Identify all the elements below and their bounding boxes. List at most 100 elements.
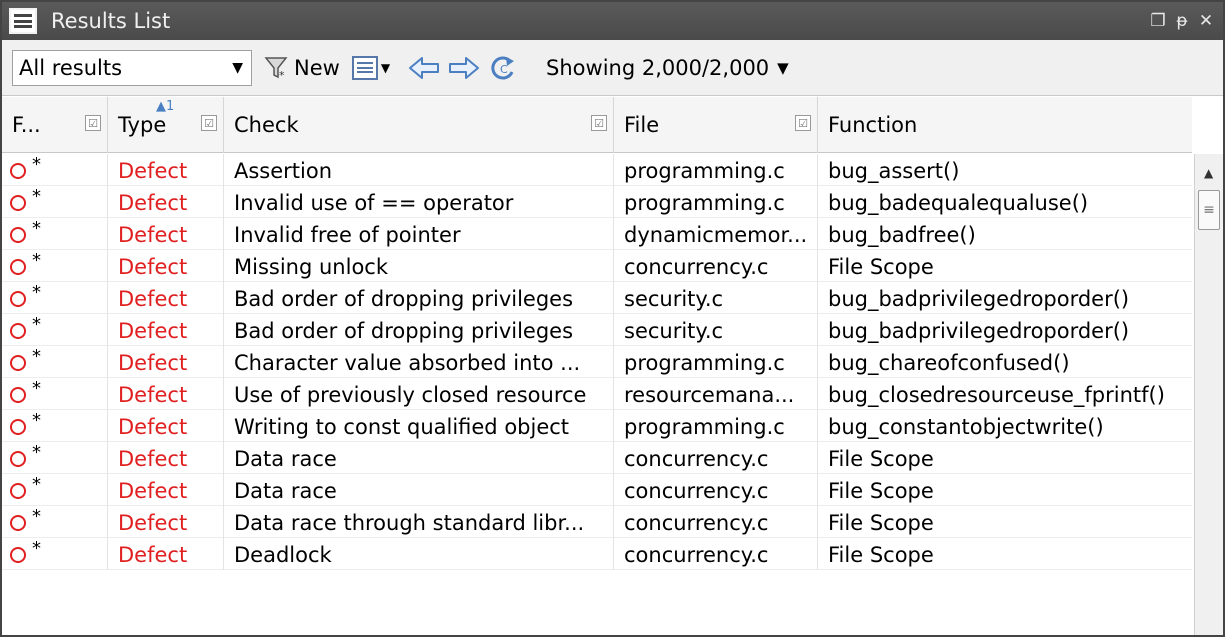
forward-arrow-icon[interactable]	[448, 55, 480, 81]
column-filter-icon[interactable]: ☑	[795, 115, 811, 131]
table-row[interactable]: * Defect Assertion programming.c bug_assert(…	[2, 154, 1192, 186]
cell-check: Missing unlock	[224, 250, 614, 282]
cell-check: Character value absorbed into ...	[224, 346, 614, 378]
table-row[interactable]: * Defect Data race concurrency.c File Scope	[2, 442, 1192, 474]
cell-family: *	[2, 218, 108, 250]
refresh-icon[interactable]: C	[488, 55, 520, 81]
cell-family: *	[2, 314, 108, 346]
panel-title: Results List	[51, 9, 171, 33]
cell-check: Bad order of dropping privileges	[224, 282, 614, 314]
cell-check: Use of previously closed resource	[224, 378, 614, 410]
scroll-up-icon[interactable]: ▲	[1204, 166, 1213, 180]
column-chooser-button[interactable]: ▼	[351, 55, 391, 80]
table-row[interactable]: * Defect Data race concurrency.c File Scope	[2, 474, 1192, 506]
cell-type: Defect	[108, 346, 224, 378]
cell-file: security.c	[614, 282, 818, 314]
new-result-marker: *	[32, 442, 41, 463]
cell-file: programming.c	[614, 410, 818, 442]
new-result-marker: *	[32, 250, 41, 271]
table-row[interactable]: * Defect Character value absorbed into ...…	[2, 346, 1192, 378]
cell-type: Defect	[108, 538, 224, 570]
column-header-type[interactable]: ▲1 Type ☑	[108, 97, 224, 153]
list-icon	[351, 55, 378, 80]
chevron-down-icon: ▼	[380, 60, 391, 75]
table-row[interactable]: * Defect Invalid use of == operator program…	[2, 186, 1192, 218]
cell-family: *	[2, 346, 108, 378]
scrollbar-thumb[interactable]: ≡	[1198, 190, 1220, 230]
column-header-file[interactable]: File ☑	[614, 97, 818, 153]
cell-file: programming.c	[614, 346, 818, 378]
column-header-function[interactable]: Function	[818, 97, 1192, 153]
status-circle-icon	[10, 259, 26, 275]
cell-check: Deadlock	[224, 538, 614, 570]
cell-function: bug_badfree()	[828, 223, 976, 247]
sort-order-number: 1	[166, 99, 175, 114]
cell-check: Invalid use of == operator	[224, 186, 614, 218]
status-circle-icon	[10, 323, 26, 339]
table-row[interactable]: * Defect Use of previously closed resource…	[2, 378, 1192, 410]
table-row[interactable]: * Defect Missing unlock concurrency.c File S…	[2, 250, 1192, 282]
results-list-panel: Results List ❐ ᵽ ✕ All results ▼ * New ▼…	[0, 0, 1225, 637]
cell-file: programming.c	[614, 154, 818, 186]
cell-family: *	[2, 410, 108, 442]
new-filter-label: New	[294, 55, 340, 80]
status-circle-icon	[10, 195, 26, 211]
cell-type: Defect	[108, 250, 224, 282]
cell-family: *	[2, 378, 108, 410]
results-list-icon	[9, 8, 37, 34]
cell-check: Data race	[224, 442, 614, 474]
cell-type: Defect	[108, 474, 224, 506]
table-row[interactable]: * Defect Writing to const qualified object…	[2, 410, 1192, 442]
cell-type: Defect	[108, 154, 224, 186]
table-row[interactable]: * Defect Invalid free of pointer dynamicmem…	[2, 218, 1192, 250]
cell-function: bug_badequalequaluse()	[828, 191, 1089, 215]
cell-file: concurrency.c	[614, 250, 818, 282]
cell-type: Defect	[108, 506, 224, 538]
cell-family: *	[2, 538, 108, 570]
close-icon[interactable]: ✕	[1197, 11, 1215, 31]
cell-function: bug_assert()	[828, 159, 960, 183]
cell-function: bug_badprivilegedroporder()	[828, 319, 1130, 343]
svg-text:*: *	[279, 69, 285, 81]
status-circle-icon	[10, 227, 26, 243]
column-filter-icon[interactable]: ☑	[85, 115, 101, 131]
new-result-marker: *	[32, 506, 41, 527]
cell-function: bug_badprivilegedroporder()	[828, 287, 1130, 311]
restore-icon[interactable]: ❐	[1149, 11, 1167, 31]
table-row[interactable]: * Defect Bad order of dropping privileges s…	[2, 282, 1192, 314]
column-filter-icon[interactable]: ☑	[591, 115, 607, 131]
cell-type: Defect	[108, 410, 224, 442]
column-header-family[interactable]: F... ☑	[2, 97, 108, 153]
cell-type: Defect	[108, 218, 224, 250]
table-row[interactable]: * Defect Bad order of dropping privileges s…	[2, 314, 1192, 346]
navigation-arrows: C	[408, 55, 520, 81]
window-controls: ❐ ᵽ ✕	[1149, 11, 1215, 31]
svg-text:C: C	[500, 63, 508, 76]
results-filter-select[interactable]: All results ▼	[12, 49, 252, 86]
status-circle-icon	[10, 547, 26, 563]
column-filter-icon[interactable]: ☑	[201, 115, 217, 131]
new-filter-button[interactable]: * New	[264, 55, 340, 82]
status-circle-icon	[10, 291, 26, 307]
cell-type: Defect	[108, 186, 224, 218]
pin-icon[interactable]: ᵽ	[1173, 11, 1191, 31]
status-circle-icon	[10, 515, 26, 531]
column-header-function-label: Function	[828, 113, 918, 137]
table-header: F... ☑ ▲1 Type ☑ Check ☑ File ☑ Function	[2, 97, 1192, 153]
column-header-type-label: Type	[118, 113, 167, 137]
cell-function: File Scope	[828, 479, 934, 503]
cell-family: *	[2, 474, 108, 506]
cell-check: Invalid free of pointer	[224, 218, 614, 250]
cell-check: Writing to const qualified object	[224, 410, 614, 442]
cell-family: *	[2, 442, 108, 474]
cell-function: File Scope	[828, 447, 934, 471]
cell-function: File Scope	[828, 511, 934, 535]
column-header-check[interactable]: Check ☑	[224, 97, 614, 153]
vertical-scrollbar[interactable]: ▲ ≡	[1194, 154, 1223, 635]
cell-type: Defect	[108, 314, 224, 346]
column-header-file-label: File	[624, 113, 660, 137]
table-row[interactable]: * Defect Deadlock concurrency.c File Scope	[2, 538, 1192, 570]
back-arrow-icon[interactable]	[408, 55, 440, 81]
showing-count-dropdown[interactable]: Showing 2,000/2,000 ▼	[546, 56, 789, 80]
table-row[interactable]: * Defect Data race through standard libr..…	[2, 506, 1192, 538]
